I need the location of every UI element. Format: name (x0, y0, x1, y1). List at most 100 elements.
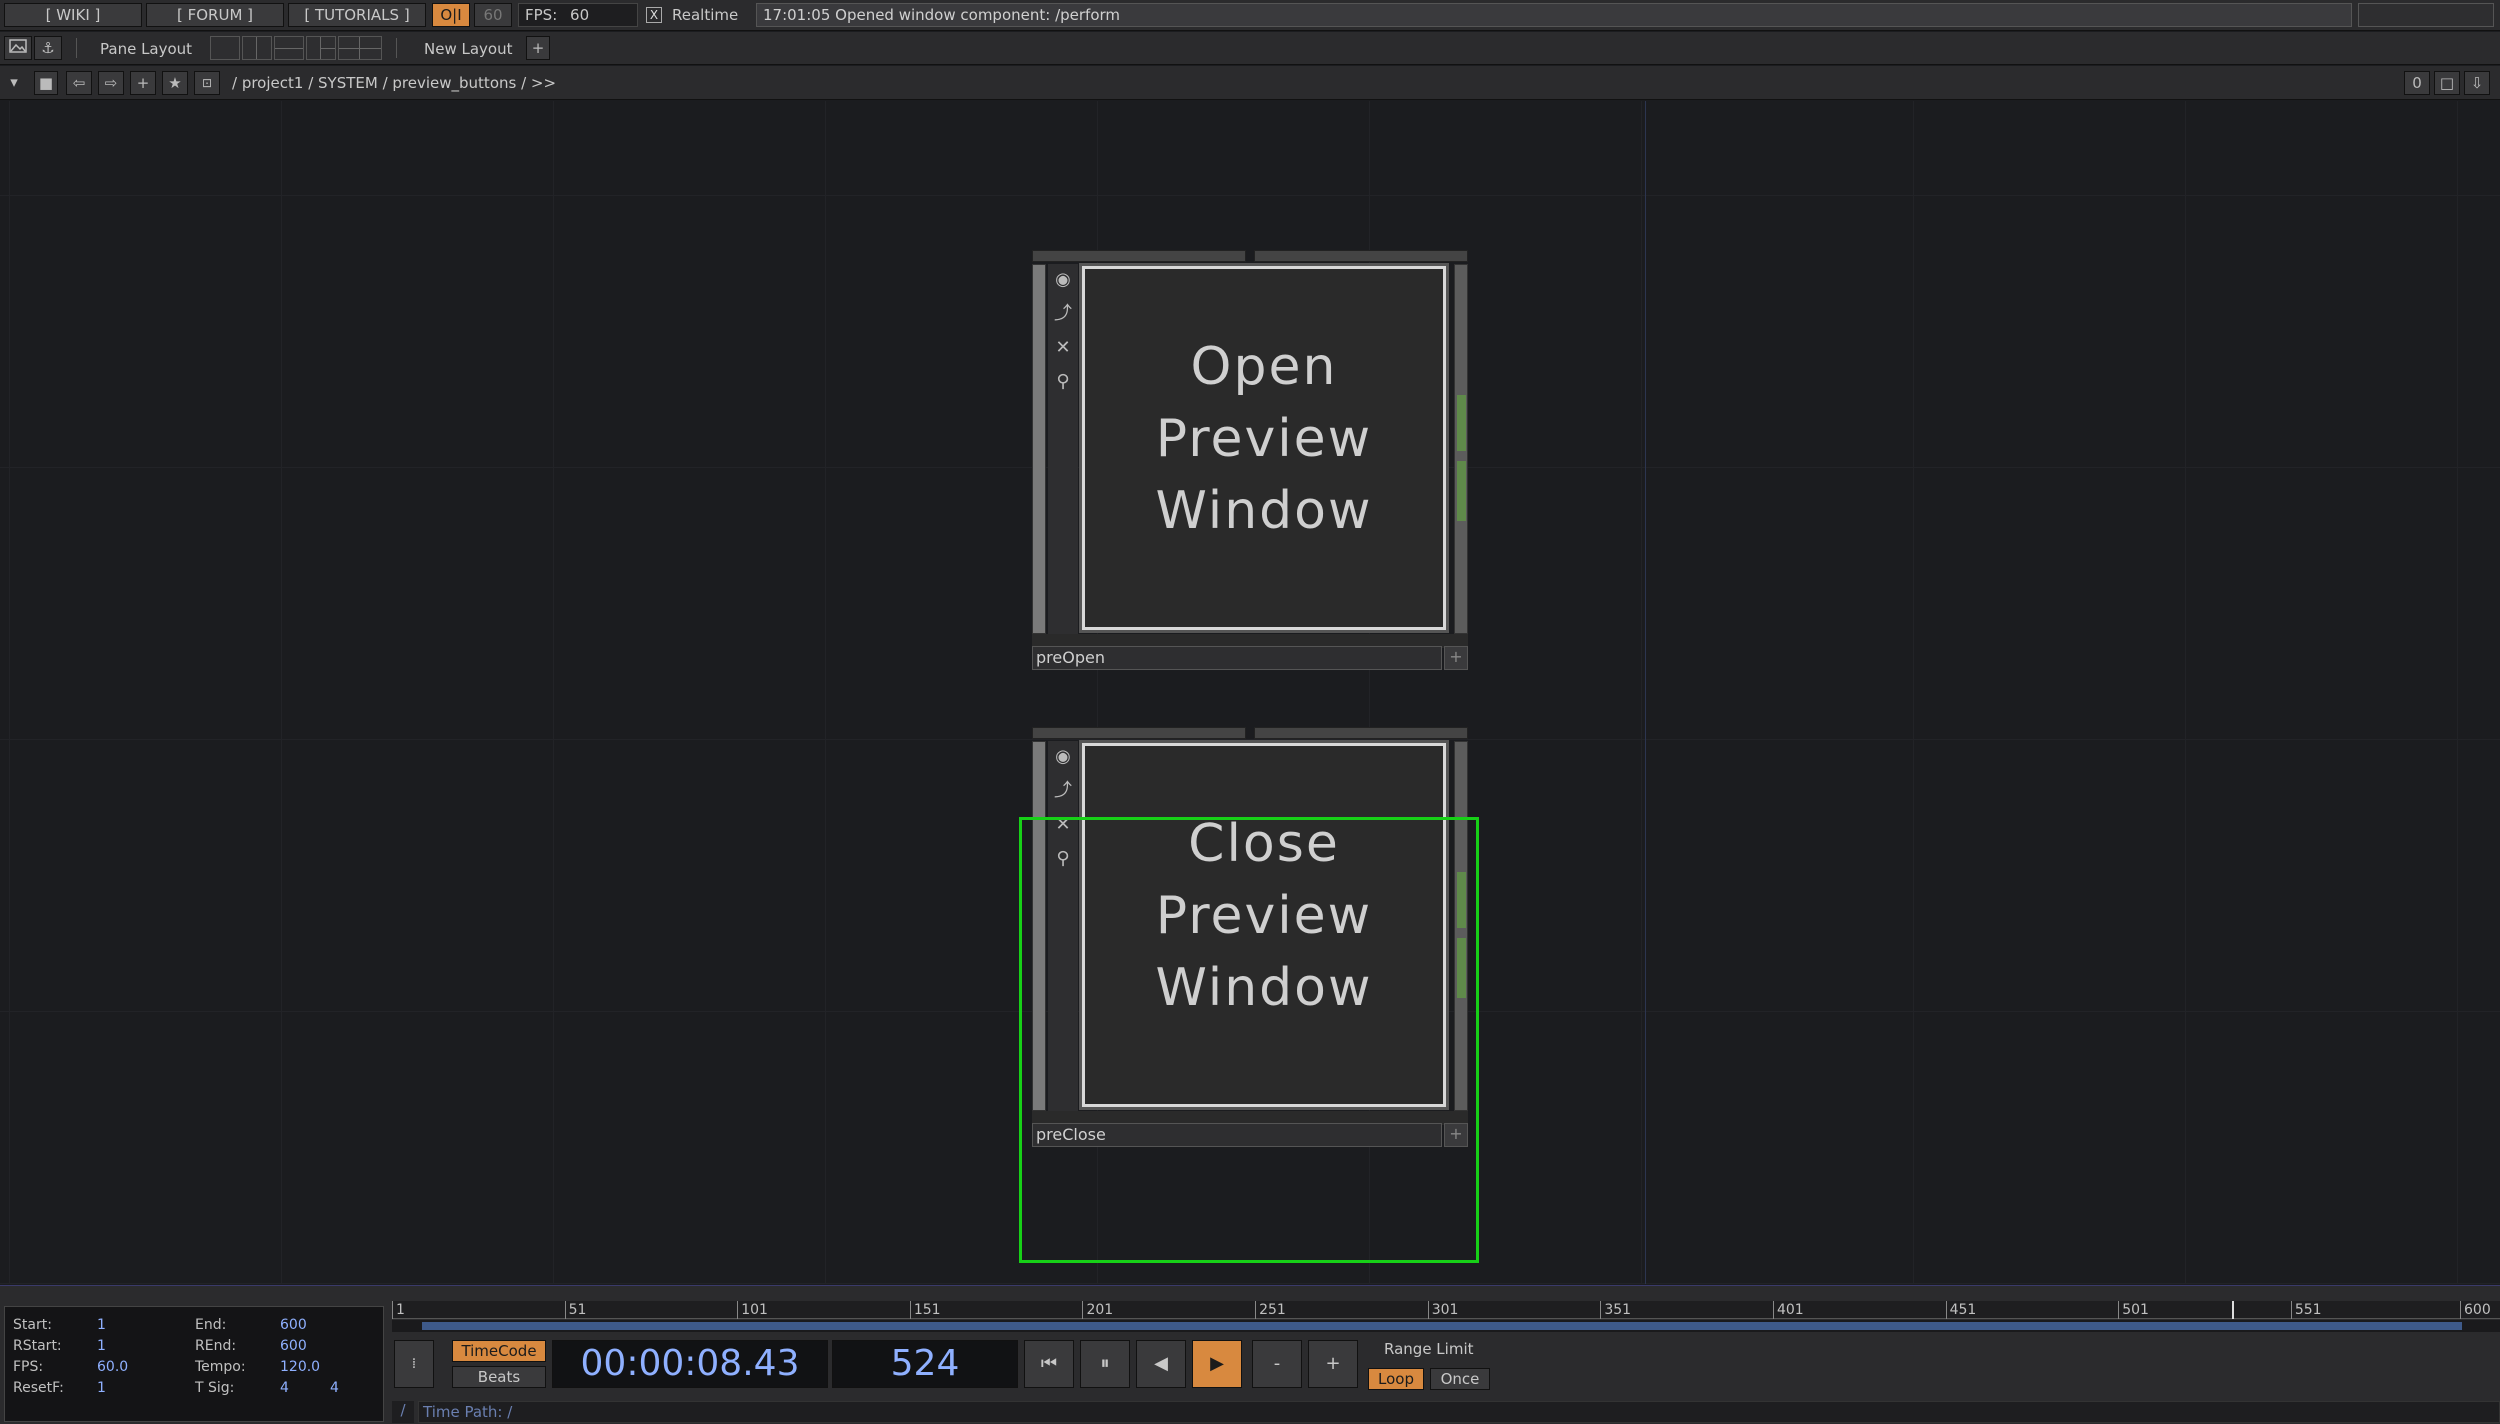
fps-display: FPS: 60 (518, 3, 638, 27)
new-layout-label: New Layout (424, 40, 513, 58)
range-limit-label: Range Limit (1384, 1340, 1474, 1358)
rend-label: REnd: (195, 1338, 237, 1354)
network-editor[interactable]: ◉ ⤴ ✕ ⚲ Open Preview Window preOpen + ◉ … (0, 101, 2500, 1284)
ruler-tick: 401 (1772, 1301, 1804, 1319)
node-expand-plus-icon[interactable]: + (1444, 646, 1468, 670)
node-viewer[interactable]: Open Preview Window (1079, 263, 1449, 633)
back-arrow-icon[interactable]: ⇦ (66, 71, 92, 95)
node-name-label[interactable]: preOpen (1032, 646, 1442, 670)
fps-label: FPS: (525, 6, 558, 24)
node-top-bar (1032, 727, 1468, 741)
bypass-x-icon[interactable]: ✕ (1052, 336, 1074, 360)
time-info-panel: Start: 1 End: 600 RStart: 1 REnd: 600 FP… (4, 1306, 384, 1422)
forward-arrow-icon[interactable]: ⇨ (98, 71, 124, 95)
time-path[interactable]: Time Path: / (418, 1401, 2500, 1423)
end-label: End: (195, 1317, 227, 1333)
viewer-line: Window (1155, 481, 1373, 541)
lock-icon[interactable]: ⚲ (1052, 370, 1074, 394)
wiki-button[interactable]: [ WIKI ] (4, 3, 142, 27)
rstart-value[interactable]: 1 (97, 1338, 106, 1354)
selection-highlight (1019, 817, 1479, 1263)
timecode-toggle[interactable]: TimeCode (452, 1340, 546, 1362)
node-preopen[interactable]: ◉ ⤴ ✕ ⚲ Open Preview Window preOpen + (1032, 250, 1468, 670)
play-reverse-icon[interactable]: ◀ (1136, 1340, 1186, 1388)
play-forward-icon[interactable]: ▶ (1192, 1340, 1242, 1388)
timeline-scrollbar[interactable] (392, 1320, 2500, 1332)
fps-small-indicator: 60 (474, 3, 512, 27)
node-viewer-toggle[interactable] (1032, 264, 1046, 634)
ruler-tick: 251 (1255, 1301, 1286, 1319)
layout-bar: ⚓ Pane Layout New Layout + (0, 32, 2500, 65)
skip-to-start-icon[interactable]: ⏮ (1024, 1340, 1074, 1388)
ruler-tick: 451 (1945, 1301, 1976, 1319)
add-layout-button[interactable]: + (526, 36, 550, 60)
pause-icon[interactable]: ⏸ (1080, 1340, 1130, 1388)
layout-split-horizontal-icon[interactable] (274, 36, 304, 60)
scrollbar-thumb[interactable] (422, 1322, 2462, 1330)
node-top-bar (1032, 250, 1468, 264)
tsig-denominator[interactable]: 4 (330, 1380, 339, 1396)
ruler-tick: 1 (392, 1301, 405, 1319)
layout-three-pane-icon[interactable] (306, 36, 336, 60)
timeline-toggle-icon[interactable]: ⁞ (394, 1340, 434, 1388)
rend-value[interactable]: 600 (280, 1338, 307, 1354)
layout-single-icon[interactable] (210, 36, 240, 60)
viewer-line: Open (1190, 337, 1338, 397)
pane-layout-label: Pane Layout (100, 40, 193, 58)
node-output-connector[interactable] (1454, 264, 1468, 634)
bookmark-icon[interactable]: ⊡ (194, 71, 220, 95)
path-bar: ▾ ■ ⇦ ⇨ + ★ ⊡ / project1 / SYSTEM / prev… (0, 66, 2500, 100)
timecode-display[interactable]: 00:00:08.43 (552, 1340, 828, 1388)
counter-box: 0 (2404, 71, 2430, 95)
playhead-marker[interactable] (2232, 1301, 2234, 1319)
viewer-line: Preview (1155, 409, 1373, 469)
tempo-label: Tempo: (195, 1359, 246, 1375)
ruler-tick: 600 (2460, 1301, 2491, 1319)
step-forward-button[interactable]: + (1308, 1340, 1358, 1388)
top-menu-bar: [ WIKI ] [ FORUM ] [ TUTORIALS ] O|I 60 … (0, 0, 2500, 31)
fps-value: 60 (570, 6, 590, 24)
loop-toggle[interactable]: Loop (1368, 1368, 1424, 1390)
network-path[interactable]: / project1 / SYSTEM / preview_buttons / … (232, 74, 556, 92)
start-value[interactable]: 1 (97, 1317, 106, 1333)
layout-split-vertical-icon[interactable] (242, 36, 272, 60)
forum-button[interactable]: [ FORUM ] (146, 3, 284, 27)
end-value[interactable]: 600 (280, 1317, 307, 1333)
once-toggle[interactable]: Once (1430, 1368, 1490, 1390)
layout-four-pane-icon[interactable] (338, 36, 382, 60)
fps-label: FPS: (13, 1359, 44, 1375)
resetf-value[interactable]: 1 (97, 1380, 106, 1396)
stop-icon[interactable]: ■ (34, 71, 58, 95)
timeline-ruler[interactable]: 1 51 101 151 201 251 301 351 401 451 501 551 600 (392, 1301, 2500, 1319)
ruler-tick: 551 (2290, 1301, 2322, 1319)
fps-value[interactable]: 60.0 (97, 1359, 128, 1375)
ruler-tick: 51 (564, 1301, 586, 1319)
step-back-button[interactable]: - (1252, 1340, 1302, 1388)
chevron-down-icon[interactable]: ▾ (2, 71, 26, 95)
download-icon[interactable]: ⇩ (2464, 71, 2490, 95)
tsig-label: T Sig: (195, 1380, 235, 1396)
maximize-icon[interactable]: □ (2434, 71, 2460, 95)
rstart-label: RStart: (13, 1338, 62, 1354)
realtime-checkbox[interactable]: X (646, 7, 662, 23)
ruler-tick: 101 (737, 1301, 768, 1319)
start-label: Start: (13, 1317, 52, 1333)
star-icon[interactable]: ★ (162, 71, 188, 95)
node-flag-column: ◉ ⤴ ✕ ⚲ (1048, 264, 1078, 634)
image-icon[interactable] (4, 36, 32, 60)
search-field[interactable] (2358, 3, 2494, 27)
frame-display[interactable]: 524 (832, 1340, 1018, 1388)
display-flag-icon[interactable]: ◉ (1052, 745, 1074, 769)
render-flag-icon[interactable]: ⤴ (1052, 302, 1074, 326)
ruler-tick: 201 (1082, 1301, 1113, 1319)
tutorials-button[interactable]: [ TUTORIALS ] (288, 3, 426, 27)
perform-mode-toggle[interactable]: O|I (432, 3, 470, 27)
tsig-numerator[interactable]: 4 (280, 1380, 289, 1396)
home-plus-icon[interactable]: + (130, 71, 156, 95)
anchor-icon[interactable]: ⚓ (34, 36, 62, 60)
render-flag-icon[interactable]: ⤴ (1052, 779, 1074, 803)
tempo-value[interactable]: 120.0 (280, 1359, 320, 1375)
beats-toggle[interactable]: Beats (452, 1366, 546, 1388)
ruler-tick: 351 (1600, 1301, 1631, 1319)
display-flag-icon[interactable]: ◉ (1052, 268, 1074, 292)
